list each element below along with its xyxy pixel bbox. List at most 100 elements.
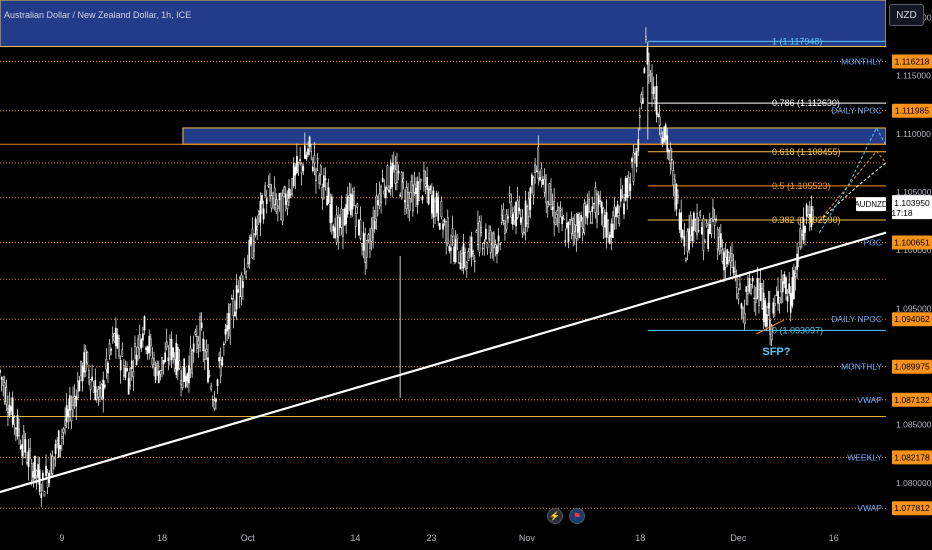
candle-body — [427, 188, 430, 205]
candle-body — [458, 262, 460, 264]
candle-body — [356, 203, 359, 208]
candle-body — [167, 357, 170, 361]
candle-body — [64, 419, 66, 426]
candle-body — [645, 36, 647, 40]
candle-body — [78, 380, 81, 392]
candle-body — [723, 251, 725, 271]
candle-body — [470, 236, 473, 257]
candle-body — [615, 207, 617, 218]
candle-body — [761, 288, 764, 309]
level-price-7: 1.077812 — [894, 503, 930, 513]
candle-body — [660, 133, 663, 138]
candle-body — [438, 222, 441, 230]
candle-body — [122, 365, 125, 376]
chart-title: Australian Dollar / New Zealand Dollar, … — [4, 10, 192, 20]
candle-body — [589, 222, 592, 224]
candle-body — [297, 162, 300, 164]
candle-body — [169, 339, 171, 355]
candle-body — [445, 221, 448, 243]
candle-body — [70, 408, 73, 422]
candle-body — [197, 340, 200, 346]
candle-body — [764, 300, 767, 327]
candle-body — [97, 388, 100, 398]
candle-body — [726, 249, 729, 265]
candle-body — [494, 244, 497, 249]
candle-body — [473, 260, 476, 262]
candle-body — [797, 259, 800, 261]
candle-body — [105, 358, 108, 370]
candle-body — [720, 233, 722, 248]
candle-body — [499, 243, 502, 245]
flag-icon[interactable]: ⚑ — [569, 508, 585, 524]
candle-body — [380, 186, 382, 203]
candle-body — [181, 366, 184, 388]
candle-body — [124, 368, 127, 378]
candle-body — [261, 195, 263, 204]
candle-body — [340, 208, 343, 228]
candle-body — [572, 218, 575, 236]
candle-body — [294, 166, 297, 176]
currency-button[interactable]: NZD — [889, 4, 924, 26]
candle-body — [654, 97, 656, 102]
candle-body — [512, 213, 514, 225]
candle-body — [669, 149, 672, 165]
candle-body — [638, 115, 641, 118]
candle-body — [405, 186, 408, 210]
candle-body — [680, 212, 683, 238]
candle-body — [118, 338, 120, 357]
candle-body — [637, 139, 640, 152]
candle-body — [288, 188, 290, 199]
candle-body — [213, 400, 216, 409]
candle-body — [157, 370, 160, 383]
candle-body — [170, 339, 173, 360]
candle-body — [280, 193, 282, 221]
candle-body — [754, 297, 757, 303]
candle-body — [53, 456, 55, 460]
candle-body — [415, 187, 417, 195]
candle-body — [278, 193, 281, 201]
x-tick-label: 23 — [427, 533, 437, 543]
candle-body — [35, 470, 38, 476]
candle-body — [342, 209, 344, 237]
candle-body — [554, 217, 557, 225]
candle-body — [559, 208, 562, 211]
level-name-1: DAILY NPOC — [831, 106, 882, 116]
candle-body — [316, 158, 319, 161]
price-chart[interactable]: 1 (1.117948) 0.786 (1.112630) 0.618 (1.108… — [0, 0, 932, 550]
candle-body — [135, 354, 138, 365]
candle-body — [57, 430, 60, 458]
level-price-4: 1.089975 — [894, 362, 930, 372]
candle-body — [407, 192, 409, 206]
candle-body — [489, 230, 492, 253]
candle-body — [265, 198, 268, 204]
candle-body — [113, 333, 116, 342]
candle-body — [286, 200, 289, 209]
candle-body — [592, 202, 595, 205]
candle-body — [111, 333, 114, 337]
candle-body — [729, 256, 732, 263]
candle-body — [424, 183, 427, 187]
candle-body — [693, 212, 695, 231]
candle-body — [553, 200, 555, 224]
y-tick-label: 1.080000 — [896, 478, 932, 488]
candle-body — [350, 193, 352, 216]
candle-body — [794, 273, 797, 277]
candle-body — [624, 178, 627, 201]
candle-body — [580, 215, 582, 222]
candle-body — [408, 198, 411, 211]
candle-body — [635, 151, 638, 167]
candle-body — [234, 311, 236, 316]
candle-body — [24, 439, 27, 453]
candle-body — [785, 277, 787, 295]
lightning-icon[interactable]: ⚡ — [547, 508, 563, 524]
candle-body — [194, 331, 197, 335]
candle-body — [259, 200, 262, 223]
candle-body — [86, 352, 89, 364]
candle-body — [91, 376, 93, 381]
candle-body — [151, 357, 154, 366]
candle-body — [600, 201, 603, 214]
level-name-7: VWAP — [857, 503, 882, 513]
candle-body — [618, 215, 621, 225]
candle-body — [10, 406, 12, 412]
candle-body — [685, 258, 687, 261]
